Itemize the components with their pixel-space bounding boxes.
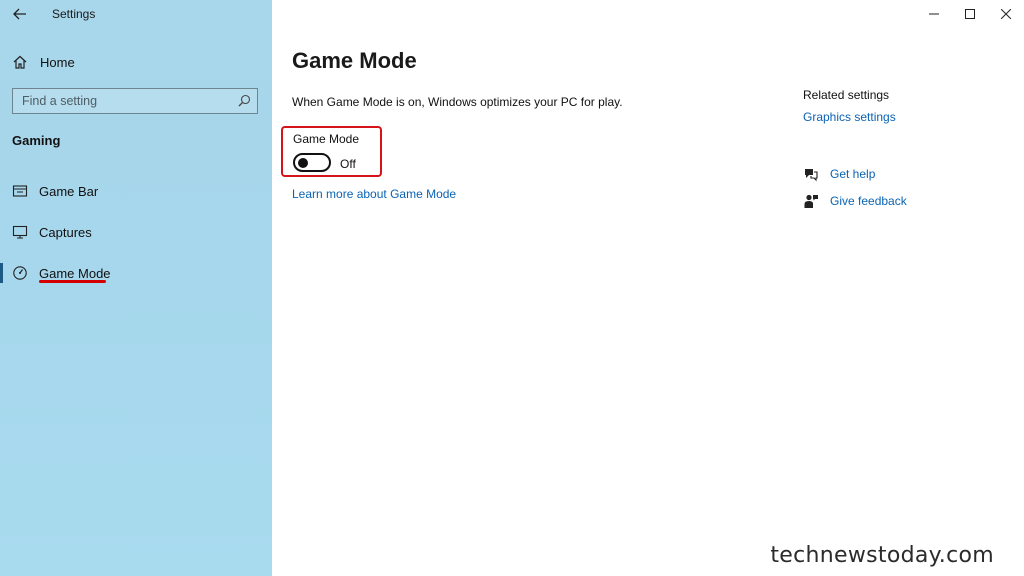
toggle-knob: [298, 158, 308, 168]
home-icon: [13, 55, 27, 69]
give-feedback-row[interactable]: Give feedback: [803, 192, 907, 210]
section-title: Gaming: [12, 133, 61, 148]
selected-indicator: [0, 263, 3, 283]
back-button[interactable]: [10, 4, 30, 24]
watermark: technewstoday.com: [770, 543, 994, 568]
toggle-state-text: Off: [340, 157, 356, 171]
page-description: When Game Mode is on, Windows optimizes …: [292, 95, 623, 109]
sidebar-item-label: Game Mode: [39, 265, 111, 281]
sidebar-item-label: Captures: [39, 224, 92, 240]
get-help-icon: [805, 169, 818, 182]
main-pane: Game Mode When Game Mode is on, Windows …: [272, 0, 1024, 576]
related-settings-title: Related settings: [803, 88, 890, 102]
sidebar-item-game-bar[interactable]: Game Bar: [0, 179, 272, 203]
get-help-link[interactable]: Get help: [830, 167, 875, 181]
give-feedback-link[interactable]: Give feedback: [830, 194, 907, 208]
back-arrow-icon: [13, 8, 26, 20]
annotation-underline: [39, 280, 106, 283]
game-mode-toggle[interactable]: [293, 153, 331, 172]
app-title: Settings: [52, 7, 96, 21]
close-icon: [1001, 9, 1011, 19]
learn-more-link[interactable]: Learn more about Game Mode: [292, 187, 456, 201]
game-mode-icon: [13, 266, 27, 280]
maximize-button[interactable]: [952, 0, 988, 28]
sidebar-item-captures[interactable]: Captures: [0, 220, 272, 244]
title-bar: Settings: [0, 0, 272, 28]
feedback-icon: [804, 194, 818, 208]
captures-icon: [12, 225, 28, 239]
search-icon[interactable]: [238, 94, 251, 107]
sidebar-item-label: Game Bar: [39, 183, 99, 199]
window-controls: [916, 0, 1024, 28]
minimize-icon: [929, 13, 939, 15]
search-box[interactable]: [12, 88, 258, 114]
page-title: Game Mode: [292, 48, 417, 73]
get-help-row[interactable]: Get help: [803, 165, 875, 183]
home-button[interactable]: Home: [12, 52, 75, 72]
game-bar-icon: [12, 185, 28, 197]
sidebar: Settings Home Gaming Game Bar Captures: [0, 0, 272, 576]
home-label: Home: [40, 54, 75, 70]
graphics-settings-link[interactable]: Graphics settings: [803, 110, 896, 124]
minimize-button[interactable]: [916, 0, 952, 28]
search-input[interactable]: [13, 89, 233, 112]
maximize-icon: [965, 9, 975, 19]
toggle-label: Game Mode: [293, 132, 360, 146]
close-button[interactable]: [988, 0, 1024, 28]
